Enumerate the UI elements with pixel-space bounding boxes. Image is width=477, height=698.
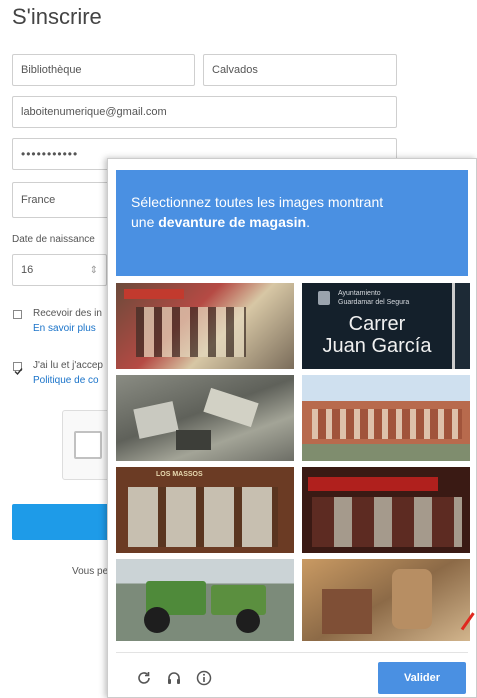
captcha-image-grid: Ayuntamiento Guardamar del Segura Carrer… [116, 283, 470, 641]
street-sign-line-1: Carrer [348, 313, 406, 335]
instruction-article: une [131, 214, 155, 230]
stepper-icon: ⇕ [89, 264, 98, 276]
captcha-tile-4[interactable] [302, 375, 470, 461]
newsletter-label: Recevoir des in [33, 308, 102, 319]
sign-small-line-2: Guardamar del Segura [338, 299, 410, 306]
first-name-value: Bibliothèque [21, 64, 82, 76]
terms-checkbox[interactable] [13, 362, 23, 376]
instruction-prefix: Sélectionnez toutes les images montrant [131, 194, 384, 210]
privacy-policy-link[interactable]: Politique de co [33, 375, 99, 386]
captcha-footer-divider [116, 652, 468, 653]
birthdate-label: Date de naissance [12, 234, 95, 245]
instruction-target: devanture de magasin [158, 214, 307, 230]
reload-icon[interactable] [136, 670, 152, 691]
instruction-suffix: . [306, 214, 310, 230]
country-select[interactable]: France [12, 182, 112, 218]
sign-small-text: Ayuntamiento Guardamar del Segura [338, 289, 409, 307]
captcha-instruction: Sélectionnez toutes les images montrant … [131, 192, 453, 232]
terms-label: J'ai lu et j'accep [33, 360, 103, 371]
email-field[interactable]: laboitenumerique@gmail.com [12, 96, 397, 128]
birth-day-value: 16 [21, 264, 34, 276]
country-value: France [21, 194, 56, 206]
checkmark-icon [14, 368, 23, 376]
captcha-tile-1[interactable] [116, 283, 294, 369]
sign-small-line-1: Ayuntamiento [338, 290, 381, 297]
audio-icon[interactable] [166, 670, 182, 691]
password-value: ••••••••••• [21, 147, 79, 161]
shop-sign-text: LOS MASSOS [156, 471, 203, 478]
birth-day-stepper[interactable]: 16 ⇕ [12, 254, 107, 286]
first-name-field[interactable]: Bibliothèque [12, 54, 195, 86]
learn-more-link[interactable]: En savoir plus [33, 323, 96, 334]
footer-text: Vous pe [72, 566, 109, 577]
captcha-tile-5[interactable]: LOS MASSOS [116, 467, 294, 553]
info-icon[interactable] [196, 670, 212, 691]
email-value: laboitenumerique@gmail.com [21, 106, 167, 118]
last-name-field[interactable]: Calvados [203, 54, 397, 86]
street-sign-text: Carrer Juan García [302, 313, 452, 357]
captcha-tile-2[interactable]: Ayuntamiento Guardamar del Segura Carrer… [302, 283, 470, 369]
captcha-tile-3[interactable] [116, 375, 294, 461]
recaptcha-checkbox[interactable] [74, 431, 102, 459]
submit-button[interactable] [12, 504, 122, 540]
newsletter-checkbox[interactable] [13, 310, 22, 319]
captcha-instruction-header: Sélectionnez toutes les images montrant … [116, 170, 468, 276]
page-title: S'inscrire [12, 4, 102, 29]
captcha-tile-8[interactable] [302, 559, 470, 641]
captcha-tile-6[interactable] [302, 467, 470, 553]
street-sign-line-2: Juan García [322, 335, 432, 357]
captcha-tile-7[interactable] [116, 559, 294, 641]
verify-button[interactable]: Valider [378, 662, 466, 694]
last-name-value: Calvados [212, 64, 258, 76]
